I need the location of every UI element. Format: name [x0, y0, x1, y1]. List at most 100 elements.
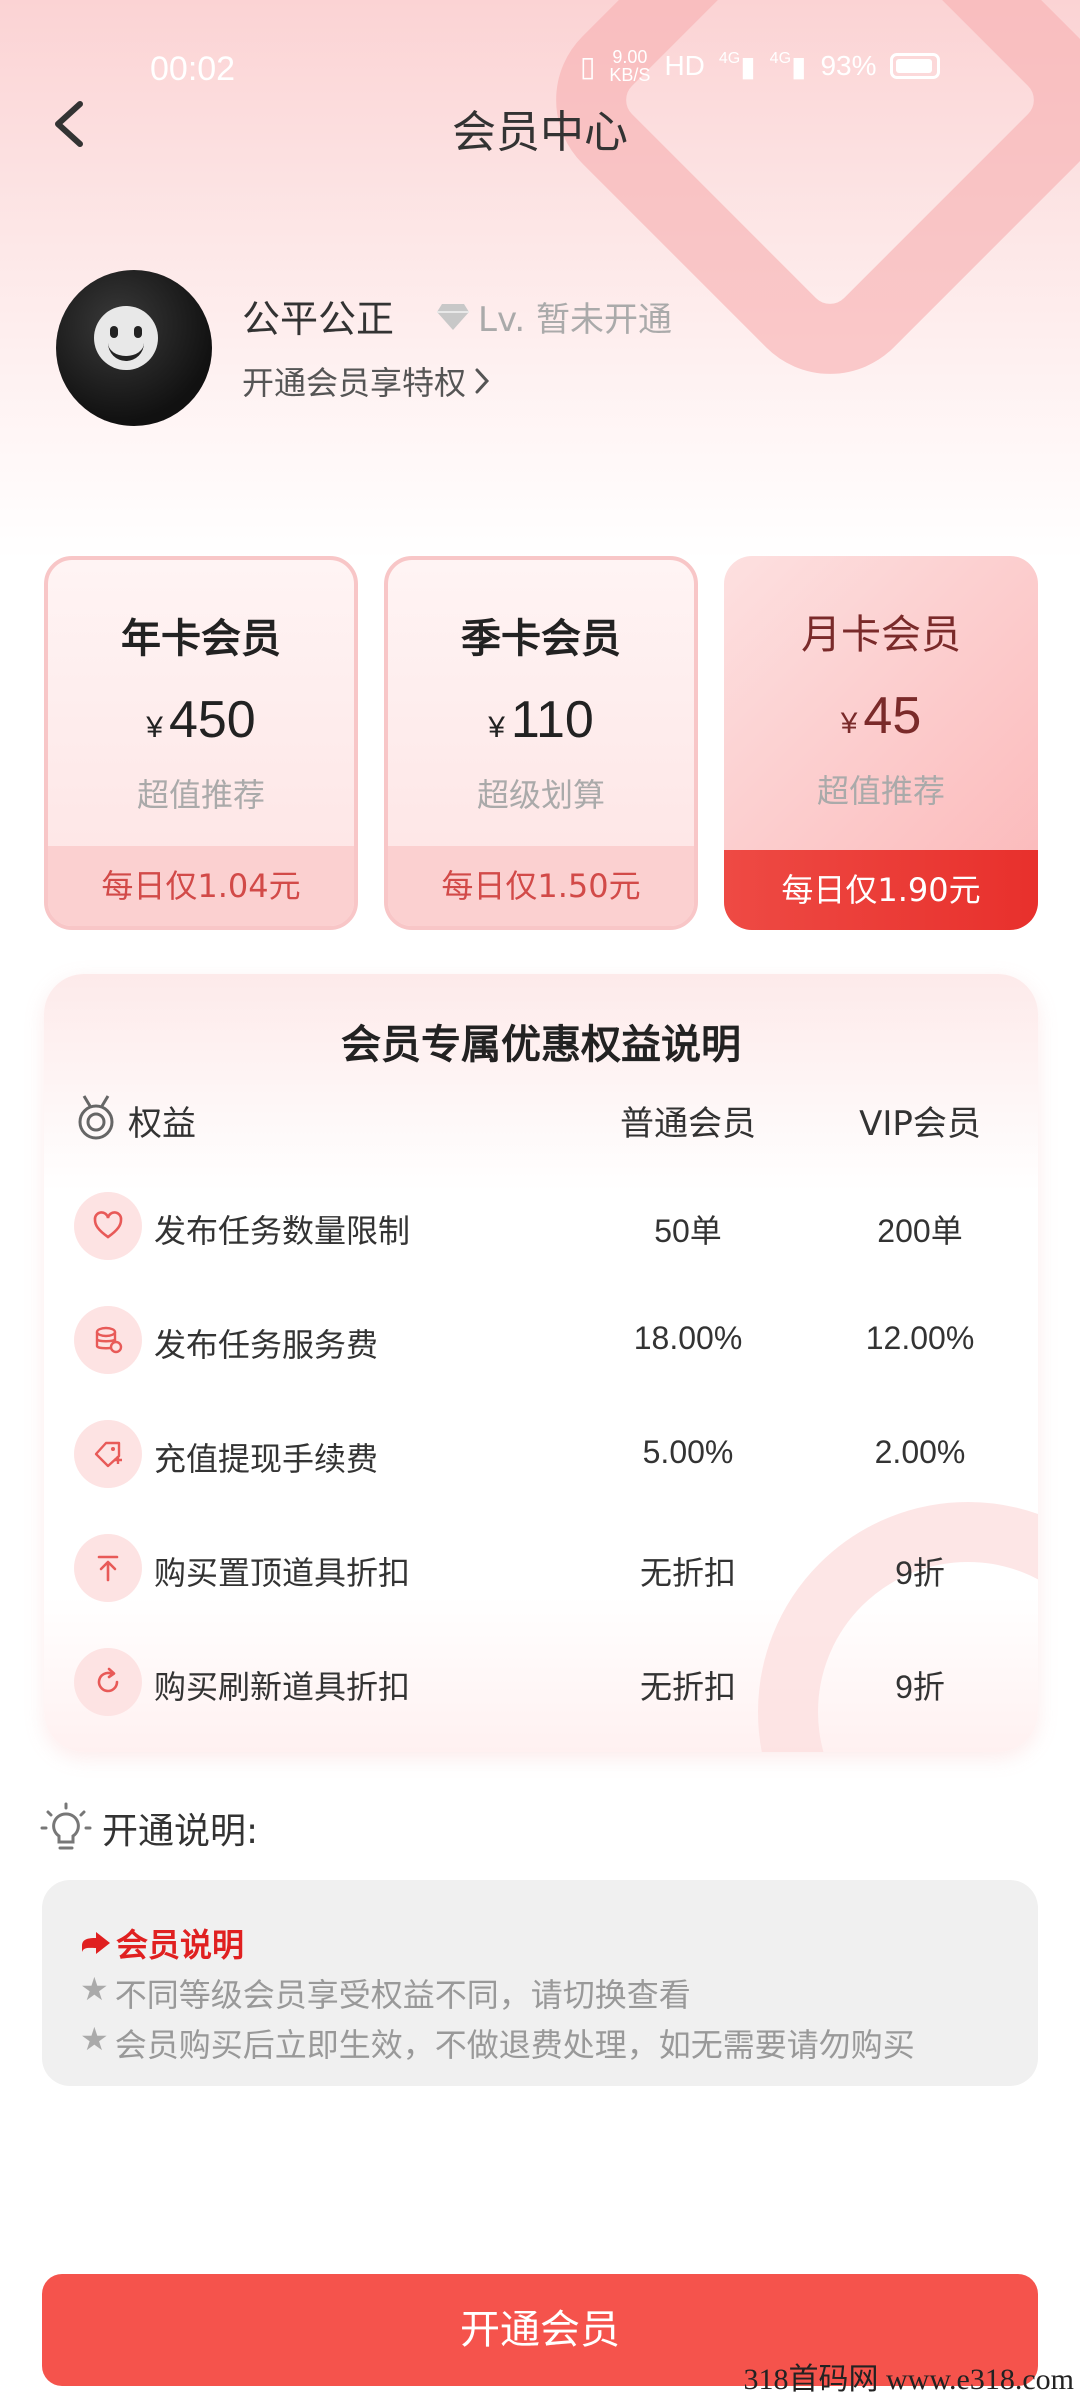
network-type-2: 4G: [769, 49, 792, 67]
plan-card-quarterly[interactable]: 季卡会员 ¥110 超级划算 每日仅1.50元: [384, 556, 698, 930]
network-type-1: 4G: [718, 49, 741, 67]
normal-value: 50单: [654, 1213, 722, 1249]
member-level: Lv. 暂未开通: [436, 292, 672, 341]
heart-icon-wrap: [74, 1192, 142, 1260]
plan-name: 季卡会员: [461, 616, 621, 662]
notes-title-text: 开通说明:: [102, 1811, 259, 1852]
header-normal-member: 普通会员: [620, 1104, 756, 1144]
vip-value: 12.00%: [865, 1320, 975, 1356]
pin-top-icon-wrap: [74, 1534, 142, 1602]
table-row: 充值提现手续费 5.00% 2.00%: [74, 1414, 1014, 1494]
ticket-icon: [94, 1441, 122, 1468]
watermark: 318首码网 www.e318.com: [743, 2363, 1074, 2396]
plan-daily-price: 每日仅1.90元: [724, 850, 1038, 930]
vip-privilege-link[interactable]: 开通会员享特权: [242, 358, 492, 404]
plan-price: ¥45: [724, 686, 1038, 746]
plan-tag: 超值推荐: [136, 776, 265, 814]
vip-value: 2.00%: [874, 1434, 966, 1470]
plan-price: ¥110: [388, 690, 694, 750]
medal-icon: [78, 1095, 114, 1140]
plan-tag: 超级划算: [476, 776, 605, 814]
nav-bar: 会员中心: [0, 90, 1080, 160]
plan-card-monthly[interactable]: 月卡会员 ¥45 超值推荐 每日仅1.90元: [724, 556, 1038, 930]
bottom-bar: 开通会员 318首码网 www.e318.com: [0, 2264, 1080, 2400]
hd-icon: HD: [664, 50, 705, 81]
notes-title: 开通说明:: [40, 1800, 258, 1856]
benefit-label: 购买置顶道具折扣: [154, 1554, 411, 1592]
currency-symbol: ¥: [488, 711, 505, 744]
normal-value: 18.00%: [633, 1320, 743, 1356]
benefits-card: 会员专属优惠权益说明 权益 普通会员 VIP会员 发布任务数量限制 50单 20…: [44, 974, 1038, 1752]
currency-symbol: ¥: [840, 707, 858, 740]
vip-value: 200单: [877, 1213, 963, 1249]
plan-daily-price: 每日仅1.04元: [48, 846, 354, 926]
table-row: 发布任务数量限制 50单 200单: [74, 1186, 1014, 1266]
notes-line: ★ 不同等级会员享受权益不同，请切换查看: [80, 1970, 1000, 2016]
vip-privilege-text: 开通会员享特权: [242, 364, 467, 402]
table-row: 购买刷新道具折扣 无折扣 9折: [74, 1642, 1014, 1722]
network-speed-unit: KB/S: [609, 65, 651, 85]
profile-name: 公平公正: [242, 297, 395, 341]
plan-card-yearly[interactable]: 年卡会员 ¥450 超值推荐 每日仅1.04元: [44, 556, 358, 930]
avatar[interactable]: [56, 270, 212, 426]
plan-name: 年卡会员: [121, 616, 281, 662]
battery-icon: [890, 53, 941, 79]
star-icon: ★: [80, 1970, 109, 2008]
star-icon: ★: [80, 2020, 109, 2058]
normal-value: 无折扣: [639, 1555, 736, 1591]
benefits-title: 会员专属优惠权益说明: [341, 1022, 741, 1068]
benefit-label: 发布任务服务费: [154, 1326, 379, 1364]
battery-percent: 93%: [820, 50, 877, 81]
plan-options: 年卡会员 ¥450 超值推荐 每日仅1.04元 季卡会员 ¥110 超级划算 每…: [44, 556, 1038, 930]
status-time: 00:02: [150, 50, 236, 88]
header-vip-member: VIP会员: [859, 1104, 981, 1144]
table-row: 购买置顶道具折扣 无折扣 9折: [74, 1528, 1014, 1608]
notes-line: ★ 会员购买后立即生效，不做退费处理，如无需要请勿购买: [80, 2020, 1000, 2066]
coins-icon: [95, 1326, 123, 1354]
benefits-table-header: 权益 普通会员 VIP会员: [74, 1092, 1014, 1152]
table-row: 发布任务服务费 18.00% 12.00%: [74, 1300, 1014, 1380]
notes-line-text: 会员购买后立即生效，不做退费处理，如无需要请勿购买: [114, 2026, 915, 2064]
heart-icon: [93, 1211, 123, 1239]
benefit-label: 发布任务数量限制: [154, 1212, 411, 1250]
page-title: 会员中心: [452, 107, 628, 158]
plan-price-value: 110: [510, 691, 594, 749]
vibrate-icon: ▯: [580, 50, 596, 82]
notes-box: 会员说明 ★ 不同等级会员享受权益不同，请切换查看 ★ 会员购买后立即生效，不做…: [42, 1880, 1038, 2086]
signal-icon-2: 4G▮: [769, 49, 807, 82]
network-speed: 9.00 KB/S: [609, 48, 650, 84]
plan-price: ¥450: [48, 690, 354, 750]
coins-icon-wrap: [74, 1306, 142, 1374]
header-benefit: 权益: [128, 1104, 196, 1144]
notes-heading-text: 会员说明: [116, 1926, 245, 1964]
chevron-right-icon: [475, 368, 490, 394]
smiley-icon: [94, 306, 158, 370]
plan-name: 月卡会员: [801, 612, 961, 658]
refresh-icon: [97, 1667, 119, 1693]
status-icons: ▯ 9.00 KB/S HD 4G▮ 4G▮ 93%: [580, 48, 941, 84]
arrow-right-icon: [82, 1932, 110, 1954]
plan-price-value: 450: [168, 691, 256, 749]
plan-daily-price: 每日仅1.50元: [388, 846, 694, 926]
header-background: 00:02 ▯ 9.00 KB/S HD 4G▮ 4G▮ 93% 会员中心 公平…: [0, 0, 1080, 560]
signal-icon-1: 4G▮: [718, 49, 756, 82]
benefit-label: 购买刷新道具折扣: [154, 1668, 411, 1706]
notes-heading: 会员说明: [80, 1920, 1000, 1966]
member-level-text: Lv. 暂未开通: [478, 300, 673, 340]
diamond-icon: [437, 303, 469, 330]
lightbulb-icon: [40, 1802, 92, 1850]
vip-value: 9折: [895, 1669, 945, 1705]
plan-tag: 超值推荐: [816, 772, 945, 810]
plan-price-value: 45: [863, 687, 922, 745]
pin-top-icon: [97, 1555, 119, 1582]
profile-section: 公平公正 Lv. 暂未开通 开通会员享特权: [56, 270, 1036, 430]
normal-value: 无折扣: [639, 1669, 736, 1705]
currency-symbol: ¥: [146, 711, 163, 744]
network-speed-value: 9.00: [612, 47, 648, 67]
refresh-icon-wrap: [74, 1648, 142, 1716]
vip-value: 9折: [895, 1555, 945, 1591]
normal-value: 5.00%: [642, 1434, 734, 1470]
ticket-icon-wrap: [74, 1420, 142, 1488]
notes-line-text: 不同等级会员享受权益不同，请切换查看: [114, 1976, 691, 2014]
benefit-label: 充值提现手续费: [154, 1440, 379, 1478]
